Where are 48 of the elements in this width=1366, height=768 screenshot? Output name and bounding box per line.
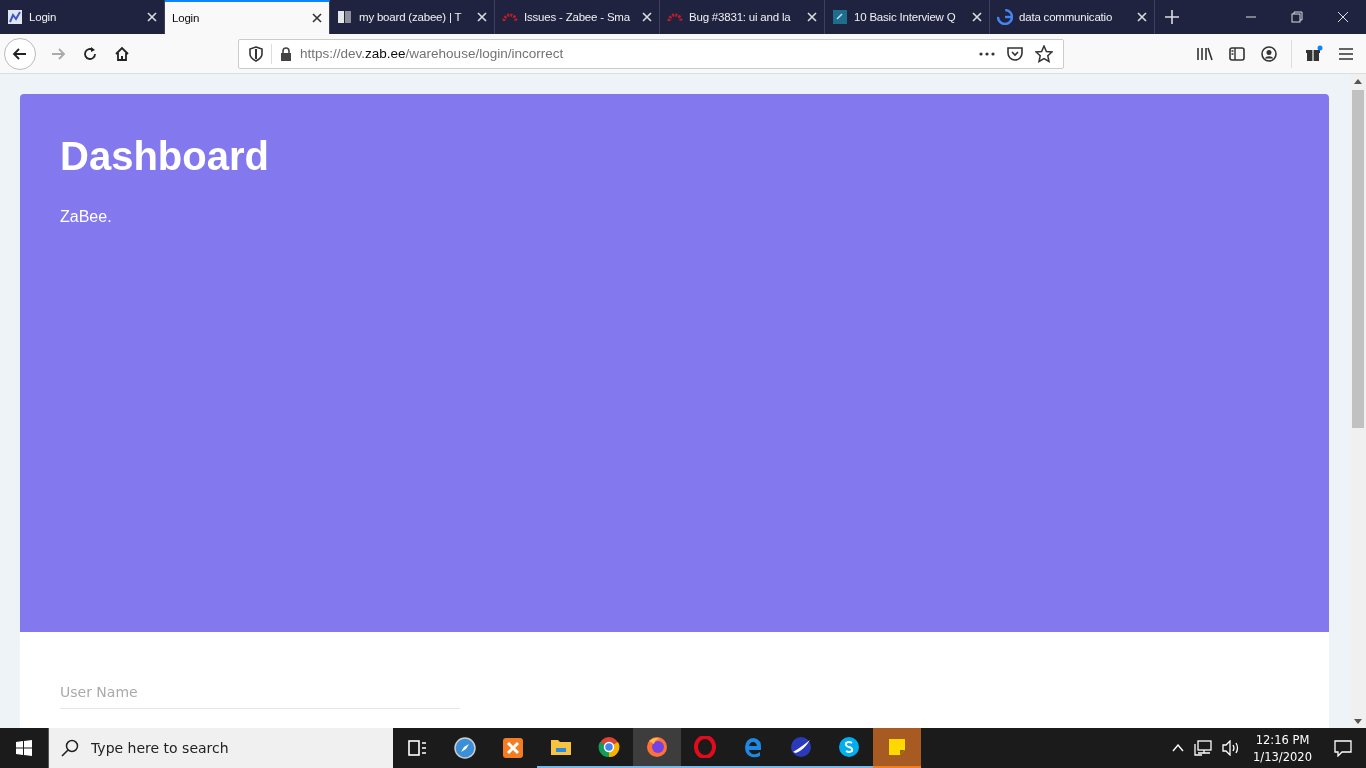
- gift-icon[interactable]: [1305, 44, 1323, 63]
- chrome-icon[interactable]: [598, 736, 620, 758]
- plus-icon[interactable]: [1164, 9, 1180, 25]
- shield-icon: [249, 45, 263, 62]
- star-icon[interactable]: [1035, 44, 1053, 63]
- scroll-down-icon[interactable]: [1354, 718, 1362, 724]
- reload-icon[interactable]: [82, 45, 98, 62]
- page-title: Dashboard: [60, 133, 270, 180]
- windows-logo-icon: [16, 740, 32, 756]
- more-icon[interactable]: [979, 51, 995, 56]
- url-text: https://dev.zab.ee/warehouse/login/incorrect: [300, 46, 564, 61]
- close-icon[interactable]: [311, 12, 323, 24]
- clock-time[interactable]: 12:16 PM: [1255, 732, 1310, 747]
- network-icon[interactable]: [1194, 740, 1213, 756]
- restore-icon[interactable]: [1291, 11, 1303, 23]
- pocket-icon[interactable]: [1007, 45, 1023, 62]
- scrollbar[interactable]: [1350, 74, 1366, 728]
- back-button[interactable]: [4, 37, 36, 70]
- clock-date[interactable]: 1/13/2020: [1253, 749, 1312, 764]
- lock-icon: [280, 46, 292, 61]
- account-icon[interactable]: [1261, 45, 1277, 62]
- chart-icon: [7, 9, 23, 25]
- volume-icon[interactable]: [1222, 740, 1241, 756]
- board-icon: [337, 9, 353, 25]
- chevron-up-icon[interactable]: [1172, 744, 1185, 752]
- search-icon: [61, 739, 79, 757]
- library-icon[interactable]: [1196, 45, 1214, 62]
- edge-icon[interactable]: [742, 736, 764, 758]
- opera-icon[interactable]: [694, 736, 716, 758]
- compass-icon[interactable]: [454, 737, 476, 759]
- search-field[interactable]: Type here to search: [89, 739, 393, 757]
- browser-tab[interactable]: Login: [165, 0, 330, 34]
- arc-icon: [667, 12, 683, 22]
- sticky-note-icon[interactable]: [886, 736, 908, 758]
- notification-icon[interactable]: [1334, 739, 1352, 757]
- menu-icon[interactable]: [1338, 46, 1354, 61]
- brand-text: ZaBee.: [60, 208, 113, 226]
- address-bar[interactable]: https://dev.zab.ee/warehouse/login/incorrect: [238, 38, 1064, 69]
- scroll-thumb[interactable]: [1352, 90, 1364, 428]
- scroll-up-icon[interactable]: [1354, 78, 1362, 84]
- arc-icon: [502, 12, 518, 22]
- home-icon[interactable]: [114, 45, 130, 62]
- back-arrow-icon: [12, 45, 28, 62]
- skype-icon[interactable]: [838, 736, 860, 758]
- task-view-icon[interactable]: [406, 737, 428, 759]
- sidebar-icon[interactable]: [1229, 45, 1245, 62]
- search-bar[interactable]: Type here to search: [48, 728, 393, 768]
- square-logo-icon: [832, 9, 848, 25]
